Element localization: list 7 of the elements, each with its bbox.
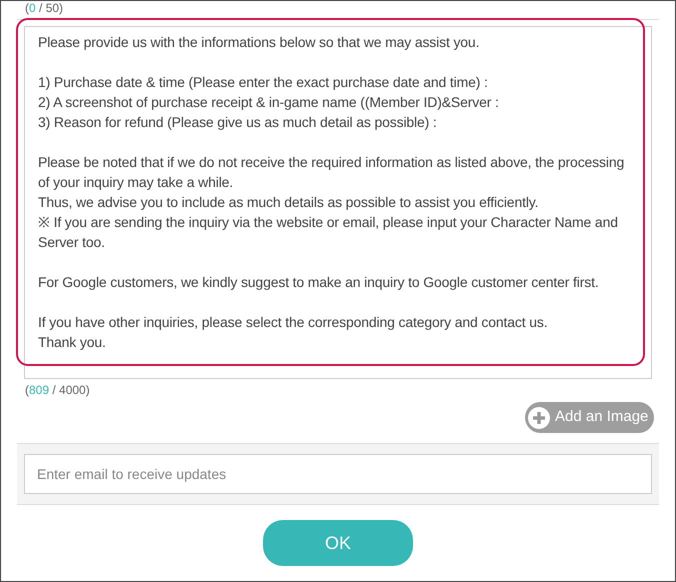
ok-button[interactable]: OK	[263, 520, 413, 566]
plus-icon	[528, 406, 550, 428]
add-image-button[interactable]: Add an Image	[525, 402, 654, 433]
email-field[interactable]: Enter email to receive updates	[24, 454, 652, 494]
character-counter: (0 / 50)	[25, 1, 64, 15]
inquiry-text-field[interactable]: Please provide us with the informations below so that we may assist you. 1) Purchase date & time (Please enter the exact purchase date and time) : 2) A screenshot of purchase receipt & in-game name ((Member ID)&Server : 3) Reason for refund (Please give us as much detail as possible) : Please be noted that if we do not receive the required information as listed above, the processing of your inquiry may take a while. Thus, we advise you to include as much details as possible to assist you efficiently. ※ If you are sending the inquiry via the website or email, please input your Character Name and Server too. For Google customers, we kindly suggest to make an inquiry to Google customer center first. If you have other inquiries, please select the corresponding category and contact us. Thank you.	[24, 26, 652, 379]
character-counter: (809 / 4000)	[25, 383, 91, 397]
